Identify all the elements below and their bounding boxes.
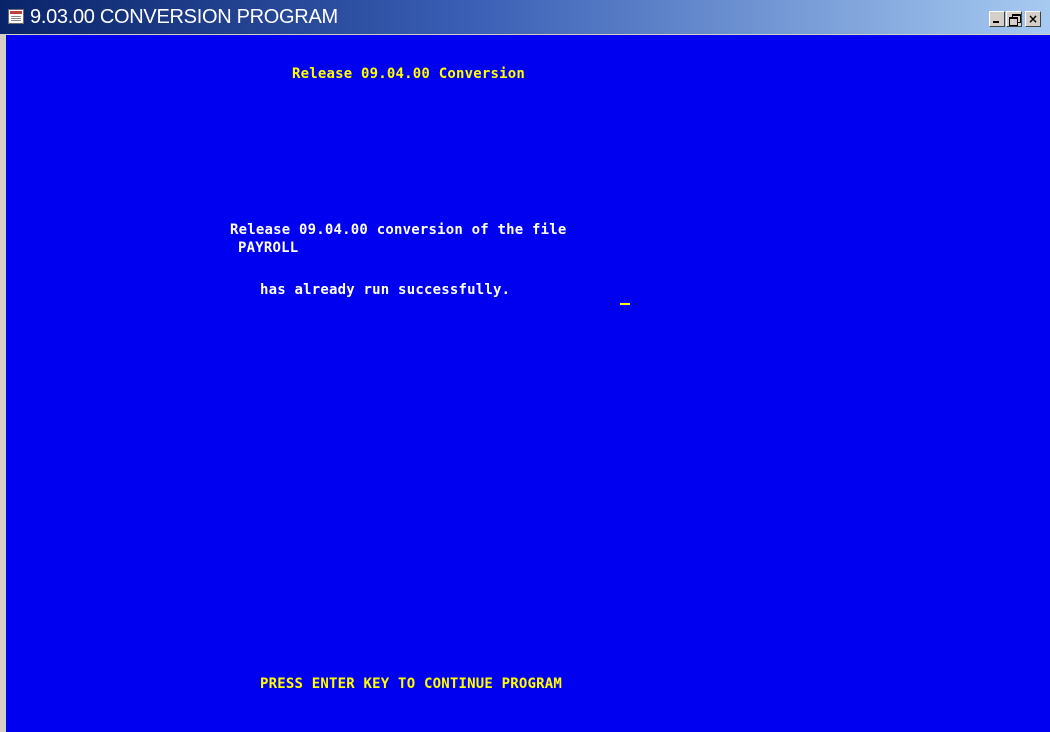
window-title: 9.03.00 CONVERSION PROGRAM <box>30 6 338 28</box>
terminal-app-icon[interactable] <box>8 9 24 24</box>
terminal-window: 9.03.00 CONVERSION PROGRAM × Release 09.… <box>0 0 1050 732</box>
message-line-2: has already run successfully. <box>260 282 511 298</box>
close-icon: × <box>1027 12 1039 26</box>
screen-heading: Release 09.04.00 Conversion <box>292 66 525 82</box>
minimize-icon <box>993 21 999 23</box>
terminal-screen[interactable]: Release 09.04.00 Conversion Release 09.0… <box>6 35 1050 732</box>
minimize-button[interactable] <box>989 11 1005 27</box>
message-line-1: Release 09.04.00 conversion of the file <box>230 222 567 238</box>
restore-button[interactable] <box>1006 11 1022 27</box>
close-button[interactable]: × <box>1025 11 1041 27</box>
continue-prompt: PRESS ENTER KEY TO CONTINUE PROGRAM <box>260 676 563 692</box>
file-name: PAYROLL <box>238 240 299 256</box>
restore-icon-front <box>1009 17 1018 26</box>
title-bar[interactable]: 9.03.00 CONVERSION PROGRAM × <box>0 0 1050 34</box>
text-cursor <box>620 303 630 305</box>
